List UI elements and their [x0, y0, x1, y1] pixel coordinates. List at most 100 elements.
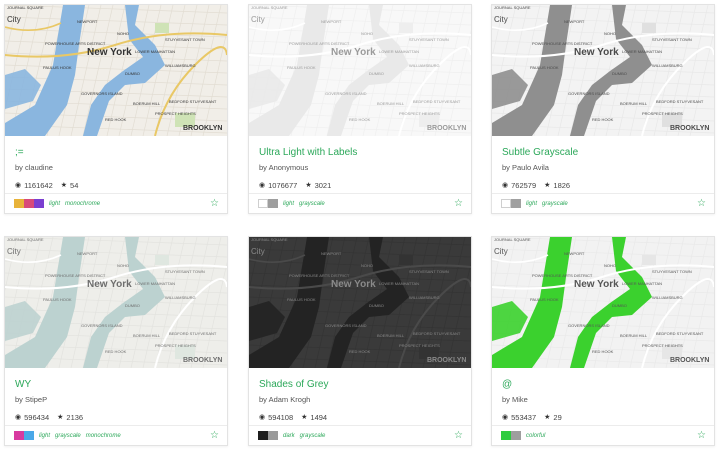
- style-thumbnail[interactable]: New York City BROOKLYN STUYVESANT TOWN WILLI…: [5, 237, 227, 368]
- map-neighborhood-label: POWERHOUSE ARTS DISTRICT: [532, 41, 593, 46]
- map-neighborhood-label: DUMBO: [612, 303, 627, 308]
- style-card[interactable]: New York City BROOKLYN STUYVESANT TOWN WILLI…: [491, 4, 715, 214]
- map-neighborhood-label: NEWPORT: [321, 19, 342, 24]
- style-card[interactable]: New York City BROOKLYN STUYVESANT TOWN WILLI…: [248, 4, 472, 214]
- map-neighborhood-label: BEDFORD STUYVESANT: [169, 331, 217, 336]
- stars-count: 54: [70, 181, 79, 190]
- map-neighborhood-label: DUMBO: [369, 303, 384, 308]
- style-thumbnail[interactable]: New York City BROOKLYN STUYVESANT TOWN WILLI…: [249, 237, 471, 368]
- color-swatches: [258, 431, 278, 440]
- map-neighborhood-label: LOWER MANHATTAN: [135, 281, 175, 286]
- tag-link[interactable]: grayscale: [299, 201, 325, 207]
- map-preview: New York City BROOKLYN STUYVESANT TOWN WILLI…: [492, 5, 714, 136]
- style-title-link[interactable]: ;=: [15, 147, 217, 159]
- favorite-star-icon[interactable]: ☆: [697, 430, 706, 441]
- eye-icon: ◉: [502, 414, 509, 421]
- color-swatch: [24, 431, 34, 440]
- map-neighborhood-label: BOERUM HILL: [377, 101, 405, 106]
- map-neighborhood-label: LOWER MANHATTAN: [622, 49, 662, 54]
- style-thumbnail[interactable]: New York City BROOKLYN STUYVESANT TOWN WILLI…: [249, 5, 471, 136]
- map-title-label: New York: [87, 279, 132, 290]
- map-neighborhood-label: WILLIAMSBURG: [652, 63, 683, 68]
- color-swatches: [14, 199, 44, 208]
- stars-count: 3021: [314, 181, 332, 190]
- map-neighborhood-label: POWERHOUSE ARTS DISTRICT: [45, 273, 106, 278]
- tag-link[interactable]: monochrome: [86, 433, 121, 439]
- map-neighborhood-label: RED HOOK: [592, 349, 614, 354]
- map-neighborhood-label: DUMBO: [125, 303, 140, 308]
- map-neighborhood-label: NEWPORT: [564, 251, 585, 256]
- color-swatches: [501, 431, 521, 440]
- map-neighborhood-label: NOHO: [604, 31, 616, 36]
- style-card[interactable]: New York City BROOKLYN STUYVESANT TOWN WILLI…: [4, 4, 228, 214]
- map-borough-label: BROOKLYN: [183, 125, 222, 132]
- map-neighborhood-label: POWERHOUSE ARTS DISTRICT: [289, 41, 350, 46]
- map-neighborhood-label: NOHO: [361, 263, 373, 268]
- map-neighborhood-label: BEDFORD STUYVESANT: [413, 331, 461, 336]
- favorite-star-icon[interactable]: ☆: [697, 198, 706, 209]
- style-title-link[interactable]: @: [502, 379, 704, 391]
- map-neighborhood-label: STUYVESANT TOWN: [165, 37, 205, 42]
- style-title-link[interactable]: Subtle Grayscale: [502, 147, 704, 159]
- style-author: by Adam Krogh: [259, 395, 311, 404]
- map-neighborhood-label: BEDFORD STUYVESANT: [169, 99, 217, 104]
- style-author: by Mike: [502, 395, 528, 404]
- tag-link[interactable]: grayscale: [55, 433, 81, 439]
- style-title-link[interactable]: Ultra Light with Labels: [259, 147, 461, 159]
- card-footer: light monochrome ☆: [5, 193, 227, 213]
- tag-link[interactable]: monochrome: [65, 201, 100, 207]
- map-neighborhood-label: JOURNAL SQUARE: [7, 5, 44, 10]
- tag-link[interactable]: dark: [283, 433, 295, 439]
- map-neighborhood-label: BEDFORD STUYVESANT: [656, 331, 704, 336]
- map-preview: New York City BROOKLYN STUYVESANT TOWN WILLI…: [5, 5, 227, 136]
- map-neighborhood-label: STUYVESANT TOWN: [165, 269, 205, 274]
- tag-link[interactable]: colorful: [526, 433, 545, 439]
- style-title-link[interactable]: Shades of Grey: [259, 379, 461, 391]
- favorite-star-icon[interactable]: ☆: [454, 430, 463, 441]
- color-swatches: [501, 199, 521, 208]
- map-neighborhood-label: PAULUS HOOK: [43, 65, 72, 70]
- map-neighborhood-label: PROSPECT HEIGHTS: [155, 343, 196, 348]
- style-card[interactable]: New York City BROOKLYN STUYVESANT TOWN WILLI…: [491, 236, 715, 446]
- map-city-label: City: [7, 15, 21, 24]
- tag-link[interactable]: grayscale: [300, 433, 326, 439]
- style-stats: ◉ 594108 ★ 1494: [259, 413, 461, 422]
- map-neighborhood-label: PROSPECT HEIGHTS: [399, 111, 440, 116]
- map-title-label: New York: [331, 279, 376, 290]
- map-city-label: City: [251, 247, 265, 256]
- tag-link[interactable]: light: [283, 201, 294, 207]
- map-neighborhood-label: WILLIAMSBURG: [652, 295, 683, 300]
- style-card[interactable]: New York City BROOKLYN STUYVESANT TOWN WILLI…: [248, 236, 472, 446]
- star-icon: ★: [60, 182, 68, 189]
- eye-icon: ◉: [259, 182, 266, 189]
- map-neighborhood-label: DUMBO: [125, 71, 140, 76]
- favorite-star-icon[interactable]: ☆: [210, 430, 219, 441]
- map-neighborhood-label: BOERUM HILL: [133, 101, 161, 106]
- style-thumbnail[interactable]: New York City BROOKLYN STUYVESANT TOWN WILLI…: [5, 5, 227, 136]
- map-neighborhood-label: BEDFORD STUYVESANT: [656, 99, 704, 104]
- map-neighborhood-label: DUMBO: [612, 71, 627, 76]
- tag-link[interactable]: light: [526, 201, 537, 207]
- stars-count: 2136: [66, 413, 84, 422]
- style-title-link[interactable]: WY: [15, 379, 217, 391]
- favorite-star-icon[interactable]: ☆: [454, 198, 463, 209]
- style-thumbnail[interactable]: New York City BROOKLYN STUYVESANT TOWN WILLI…: [492, 5, 714, 136]
- map-neighborhood-label: WILLIAMSBURG: [165, 63, 196, 68]
- map-neighborhood-label: JOURNAL SQUARE: [251, 237, 288, 242]
- style-thumbnail[interactable]: New York City BROOKLYN STUYVESANT TOWN WILLI…: [492, 237, 714, 368]
- views-count: 1076677: [268, 181, 298, 190]
- style-card[interactable]: New York City BROOKLYN STUYVESANT TOWN WILLI…: [4, 236, 228, 446]
- tag-link[interactable]: light: [39, 433, 50, 439]
- tag-link[interactable]: light: [49, 201, 60, 207]
- tag-link[interactable]: grayscale: [542, 201, 568, 207]
- map-borough-label: BROOKLYN: [670, 357, 709, 364]
- favorite-star-icon[interactable]: ☆: [210, 198, 219, 209]
- style-author: by Paulo Avila: [502, 163, 549, 172]
- star-icon: ★: [544, 414, 551, 421]
- eye-icon: ◉: [15, 414, 22, 421]
- map-neighborhood-label: GOVERNORS ISLAND: [81, 91, 123, 96]
- map-borough-label: BROOKLYN: [670, 125, 709, 132]
- views-count: 553437: [511, 413, 537, 422]
- map-neighborhood-label: PAULUS HOOK: [530, 297, 559, 302]
- map-neighborhood-label: JOURNAL SQUARE: [7, 237, 44, 242]
